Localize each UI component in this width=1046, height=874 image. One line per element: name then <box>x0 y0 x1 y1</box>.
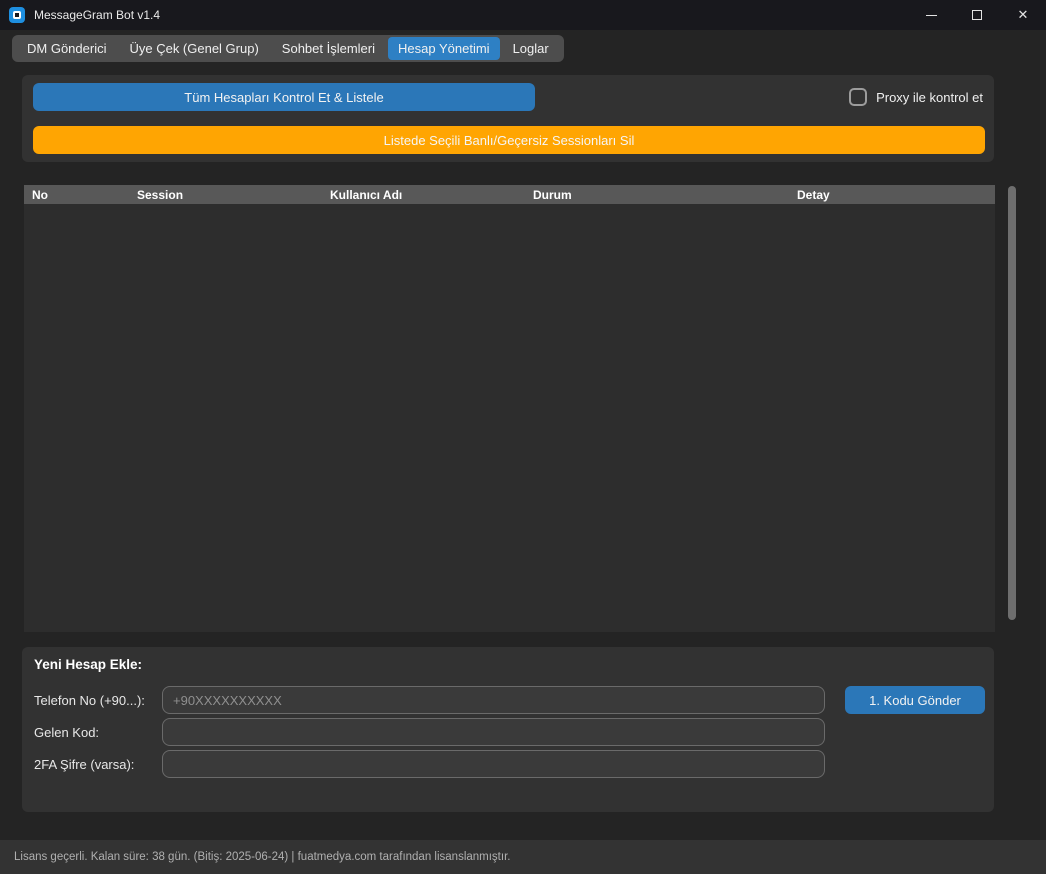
phone-row: Telefon No (+90...): <box>34 686 984 714</box>
check-all-accounts-button[interactable]: Tüm Hesapları Kontrol Et & Listele <box>33 83 535 111</box>
proxy-checkbox-label: Proxy ile kontrol et <box>876 90 983 105</box>
column-header-kullanici-adi[interactable]: Kullanıcı Adı <box>322 188 525 202</box>
status-bar: Lisans geçerli. Kalan süre: 38 gün. (Bit… <box>0 840 1046 874</box>
send-code-button[interactable]: 1. Kodu Gönder <box>845 686 985 714</box>
tab-dm-gonderici[interactable]: DM Gönderici <box>17 37 116 60</box>
license-status-text: Lisans geçerli. Kalan süre: 38 gün. (Bit… <box>14 851 510 863</box>
code-input[interactable] <box>162 718 825 746</box>
account-controls-panel: Tüm Hesapları Kontrol Et & Listele Proxy… <box>22 75 994 162</box>
tab-loglar[interactable]: Loglar <box>503 37 559 60</box>
new-account-panel: Yeni Hesap Ekle: Telefon No (+90...): 1.… <box>22 647 994 812</box>
minimize-icon <box>926 15 937 16</box>
window-title: MessageGram Bot v1.4 <box>34 8 160 22</box>
new-account-heading: Yeni Hesap Ekle: <box>34 657 142 672</box>
column-header-durum[interactable]: Durum <box>525 188 789 202</box>
accounts-table: No Session Kullanıcı Adı Durum Detay <box>24 185 995 632</box>
close-button[interactable]: ✕ <box>1000 0 1046 30</box>
column-header-detay[interactable]: Detay <box>789 188 995 202</box>
proxy-checkbox-group[interactable]: Proxy ile kontrol et <box>849 83 985 111</box>
accounts-table-body <box>24 204 995 632</box>
code-label: Gelen Kod: <box>34 725 162 740</box>
app-logo-icon <box>9 7 25 23</box>
title-bar: MessageGram Bot v1.4 ✕ <box>0 0 1046 30</box>
phone-input[interactable] <box>162 686 825 714</box>
tab-uye-cek[interactable]: Üye Çek (Genel Grup) <box>119 37 268 60</box>
column-header-session[interactable]: Session <box>129 188 322 202</box>
delete-selected-sessions-button[interactable]: Listede Seçili Banlı/Geçersiz Sessionlar… <box>33 126 985 154</box>
maximize-button[interactable] <box>954 0 1000 30</box>
phone-label: Telefon No (+90...): <box>34 693 162 708</box>
tab-sohbet-islemleri[interactable]: Sohbet İşlemleri <box>272 37 385 60</box>
tab-hesap-yonetimi[interactable]: Hesap Yönetimi <box>388 37 500 60</box>
proxy-checkbox[interactable] <box>849 88 867 106</box>
window-controls: ✕ <box>908 0 1046 30</box>
tab-bar: DM Gönderici Üye Çek (Genel Grup) Sohbet… <box>12 35 564 62</box>
accounts-table-header: No Session Kullanıcı Adı Durum Detay <box>24 185 995 204</box>
code-row: Gelen Kod: <box>34 718 984 746</box>
close-icon: ✕ <box>1018 7 1029 23</box>
table-scrollbar[interactable] <box>1008 186 1016 620</box>
twofa-input[interactable] <box>162 750 825 778</box>
twofa-row: 2FA Şifre (varsa): <box>34 750 984 778</box>
column-header-no[interactable]: No <box>24 188 129 202</box>
twofa-label: 2FA Şifre (varsa): <box>34 757 162 772</box>
maximize-icon <box>972 10 982 20</box>
minimize-button[interactable] <box>908 0 954 30</box>
